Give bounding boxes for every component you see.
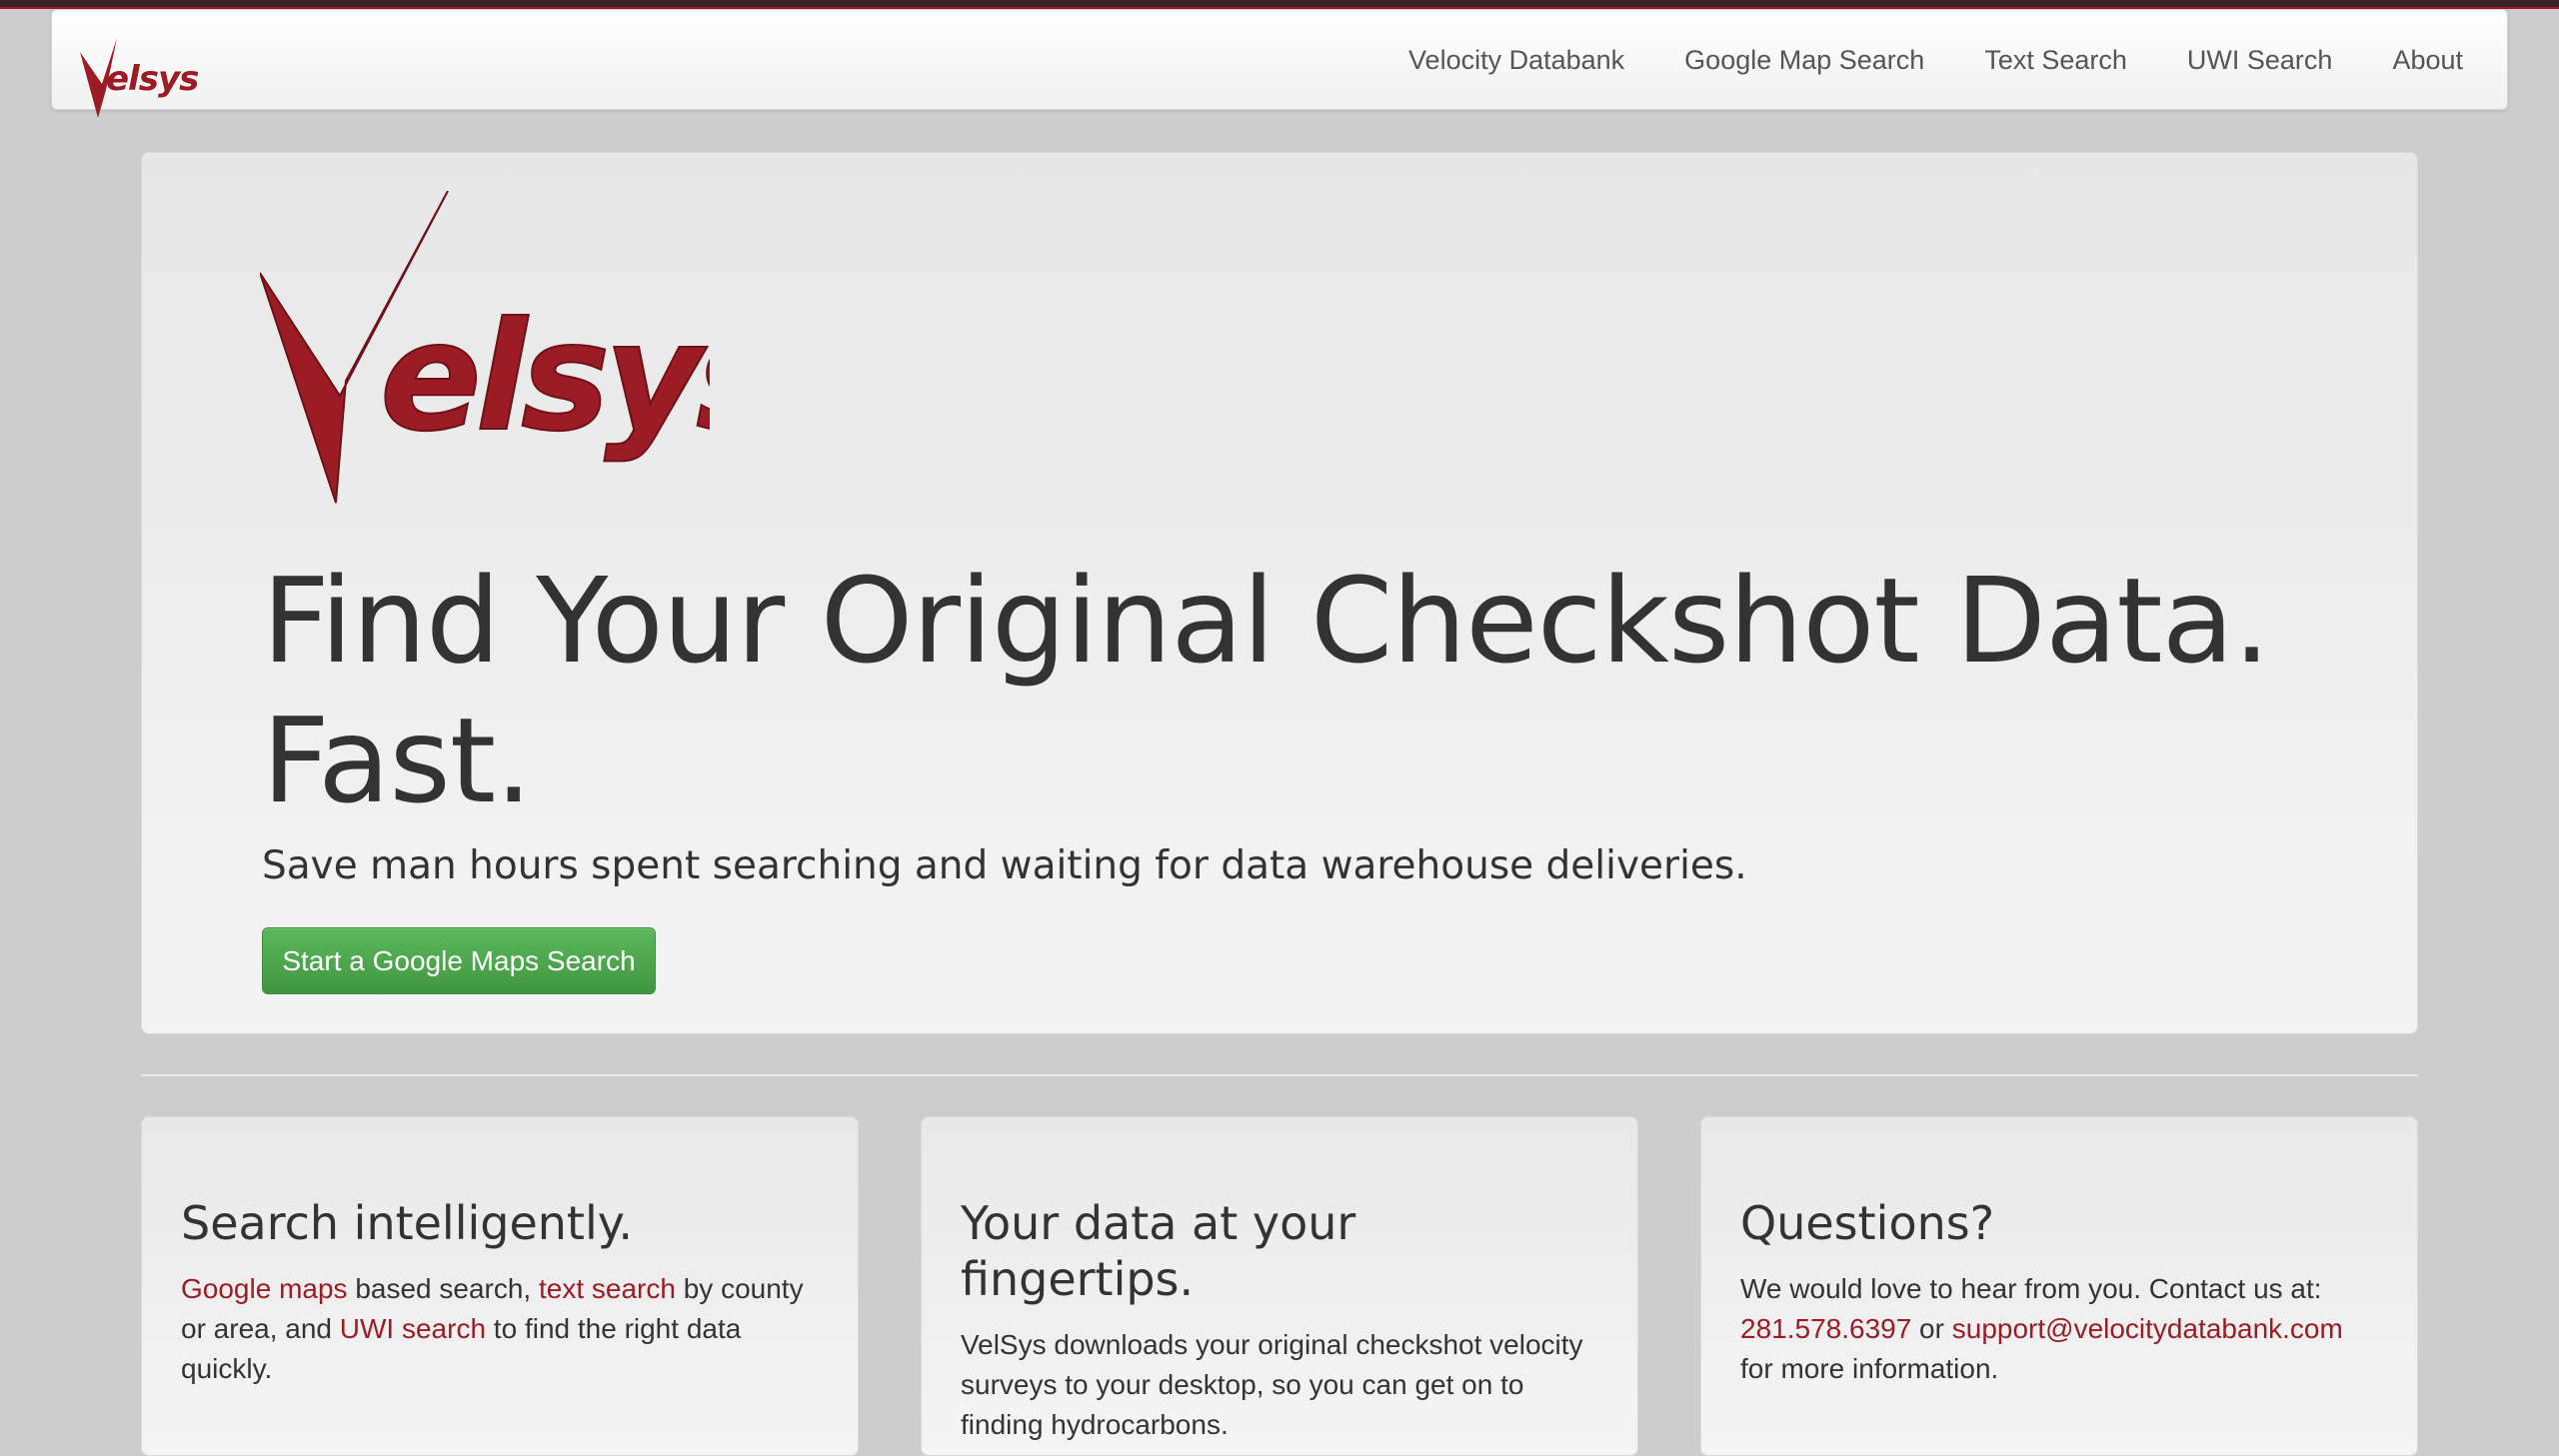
- card-title: Questions?: [1740, 1196, 1995, 1250]
- nav-velocity-databank[interactable]: Velocity Databank: [1408, 45, 1624, 76]
- card-text: We would love to hear from you. Contact …: [1740, 1273, 2322, 1304]
- start-google-maps-search-button[interactable]: Start a Google Maps Search: [262, 927, 656, 994]
- card-title: Search intelligently.: [181, 1196, 634, 1250]
- uwi-search-link[interactable]: UWI search: [340, 1313, 486, 1344]
- nav-google-map-search[interactable]: Google Map Search: [1684, 45, 1924, 76]
- text-search-link[interactable]: text search: [539, 1273, 676, 1304]
- nav-about[interactable]: About: [2392, 45, 2463, 76]
- email-link[interactable]: support@velocitydatabank.com: [1952, 1313, 2343, 1344]
- card-data-fingertips: Your data at your fingertips. VelSys dow…: [921, 1116, 1638, 1456]
- velsys-logo-small[interactable]: elsys: [80, 38, 200, 122]
- google-maps-link[interactable]: Google maps: [181, 1273, 348, 1304]
- card-questions: Questions? We would love to hear from yo…: [1700, 1116, 2418, 1456]
- velsys-logo-large: elsys: [260, 191, 710, 504]
- card-body: Google maps based search, text search by…: [181, 1269, 820, 1389]
- section-divider: [141, 1074, 2418, 1076]
- nav-text-search[interactable]: Text Search: [1984, 45, 2127, 76]
- hero-title: Find Your Original Checkshot Data. Fast.: [262, 552, 2270, 829]
- card-body: VelSys downloads your original checkshot…: [961, 1329, 1583, 1440]
- svg-text:elsys: elsys: [106, 59, 199, 99]
- card-title: Your data at your fingertips.: [961, 1196, 1356, 1306]
- hero-jumbotron: elsys Find Your Original Checkshot Data.…: [141, 152, 2418, 1034]
- nav-uwi-search[interactable]: UWI Search: [2187, 45, 2333, 76]
- main-nav: Velocity Databank Google Map Search Text…: [1408, 10, 2463, 111]
- navbar: elsys Velocity Databank Google Map Searc…: [51, 9, 2508, 118]
- card-search-intelligently: Search intelligently. Google maps based …: [141, 1116, 859, 1456]
- phone-link[interactable]: 281.578.6397: [1740, 1313, 1911, 1344]
- svg-text:elsys: elsys: [380, 291, 710, 465]
- top-accent-bar: [0, 0, 2559, 9]
- card-text: based search,: [347, 1273, 539, 1304]
- card-text: or: [1911, 1313, 1952, 1344]
- card-body: We would love to hear from you. Contact …: [1740, 1269, 2379, 1389]
- hero-subtitle: Save man hours spent searching and waiti…: [262, 843, 1747, 888]
- card-text: for more information.: [1740, 1353, 1999, 1384]
